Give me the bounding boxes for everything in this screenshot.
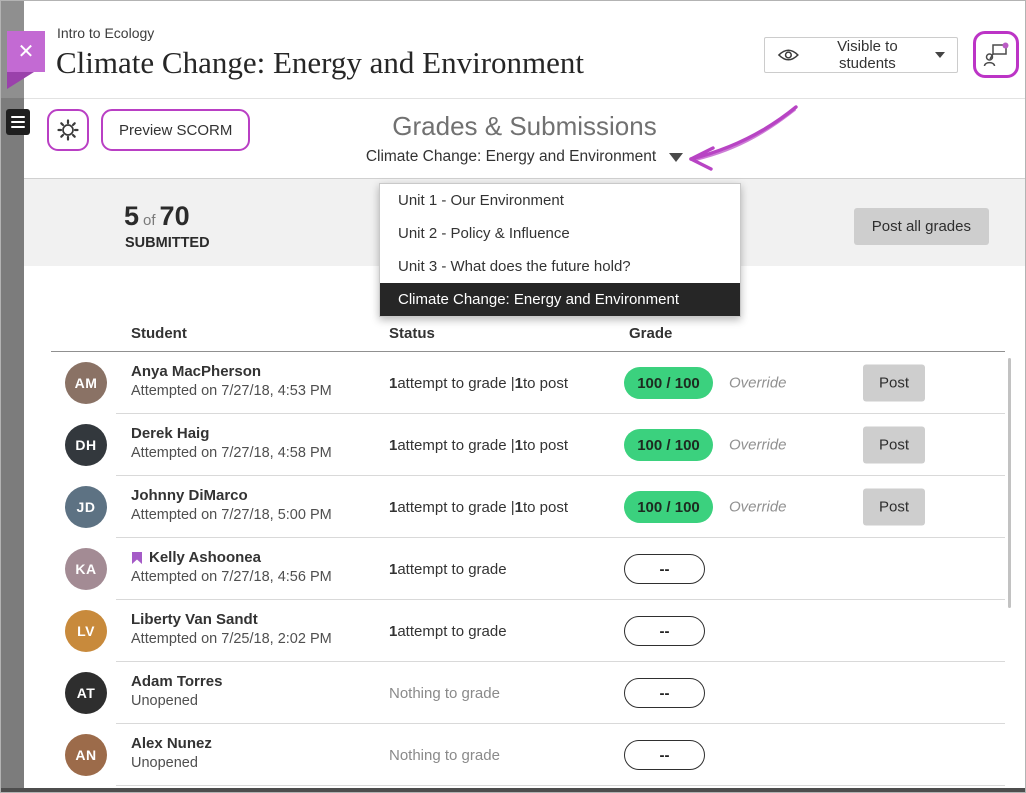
content-selector-dropdown[interactable]: Climate Change: Energy and Environment: [24, 148, 1025, 166]
student-name: Derek Haig: [131, 425, 332, 442]
column-header-student: Student: [131, 325, 187, 342]
student-name-text: Derek Haig: [131, 425, 209, 442]
grading-status: Nothing to grade: [389, 724, 500, 786]
student-row: AT Adam Torres Unopened Nothing to grade…: [24, 662, 1025, 724]
grade-pill[interactable]: 100 / 100: [624, 429, 713, 461]
override-label: Override: [729, 499, 787, 516]
column-header-status: Status: [389, 325, 435, 342]
column-header-grade: Grade: [629, 325, 672, 342]
attempt-detail: Attempted on 7/27/18, 4:58 PM: [131, 445, 332, 461]
attempt-detail: Unopened: [131, 693, 222, 709]
close-icon: ✕: [18, 39, 35, 64]
student-identity: Alex Nunez Unopened: [131, 735, 212, 771]
hamburger-menu-icon[interactable]: [6, 109, 30, 135]
submitted-value: 5: [124, 201, 139, 231]
student-name-text: Liberty Van Sandt: [131, 611, 258, 628]
content-dropdown-menu: Unit 1 - Our EnvironmentUnit 2 - Policy …: [379, 183, 741, 317]
app-window: ✕ Intro to Ecology Climate Change: Energ…: [0, 0, 1026, 793]
notification-dot: [1003, 42, 1009, 48]
close-button-ribbon-fold: [7, 72, 34, 89]
grade-pill[interactable]: --: [624, 740, 705, 770]
student-identity: Kelly Ashoonea Attempted on 7/27/18, 4:5…: [131, 549, 332, 585]
grade-pill[interactable]: --: [624, 554, 705, 584]
header-divider: [24, 98, 1025, 99]
student-avatar: DH: [65, 424, 107, 466]
student-name: Anya MacPherson: [131, 363, 332, 380]
chevron-down-icon: [935, 52, 945, 58]
student-name-text: Kelly Ashoonea: [149, 549, 261, 566]
override-label: Override: [729, 375, 787, 392]
student-avatar: JD: [65, 486, 107, 528]
attempt-detail: Unopened: [131, 755, 212, 771]
student-avatar: LV: [65, 610, 107, 652]
student-identity: Anya MacPherson Attempted on 7/27/18, 4:…: [131, 363, 332, 399]
course-breadcrumb: Intro to Ecology: [57, 25, 154, 41]
student-identity: Liberty Van Sandt Attempted on 7/25/18, …: [131, 611, 332, 647]
grading-status: 1 attempt to grade: [389, 538, 507, 600]
grading-status: 1 attempt to grade: [389, 600, 507, 662]
student-rows: AM Anya MacPherson Attempted on 7/27/18,…: [24, 352, 1025, 786]
student-identity: Derek Haig Attempted on 7/27/18, 4:58 PM: [131, 425, 332, 461]
student-name-text: Adam Torres: [131, 673, 222, 690]
student-row: KA Kelly Ashoonea Attempted on 7/27/18, …: [24, 538, 1025, 600]
eye-icon: [777, 47, 800, 63]
dropdown-item[interactable]: Unit 1 - Our Environment: [380, 184, 740, 217]
post-all-grades-button[interactable]: Post all grades: [854, 208, 989, 245]
visibility-label: Visible to students: [810, 38, 925, 72]
student-identity: Adam Torres Unopened: [131, 673, 222, 709]
student-name-text: Johnny DiMarco: [131, 487, 248, 504]
student-name: Alex Nunez: [131, 735, 212, 752]
attempt-detail: Attempted on 7/25/18, 2:02 PM: [131, 631, 332, 647]
grading-status: 1 attempt to grade | 1 to post: [389, 414, 568, 476]
post-button[interactable]: Post: [863, 489, 925, 526]
student-name-text: Alex Nunez: [131, 735, 212, 752]
student-avatar: AN: [65, 734, 107, 776]
grading-status: 1 attempt to grade | 1 to post: [389, 476, 568, 538]
student-identity: Johnny DiMarco Attempted on 7/27/18, 5:0…: [131, 487, 332, 523]
attempt-detail: Attempted on 7/27/18, 4:53 PM: [131, 383, 332, 399]
grade-pill[interactable]: --: [624, 678, 705, 708]
person-flag-icon: [982, 41, 1010, 69]
grading-status: 1 attempt to grade | 1 to post: [389, 352, 568, 414]
student-name-text: Anya MacPherson: [131, 363, 261, 380]
override-label: Override: [729, 437, 787, 454]
close-panel-button[interactable]: ✕: [7, 31, 45, 72]
student-row: JD Johnny DiMarco Attempted on 7/27/18, …: [24, 476, 1025, 538]
page-title: Climate Change: Energy and Environment: [56, 45, 584, 81]
scrollbar-thumb[interactable]: [1008, 358, 1011, 608]
student-row: LV Liberty Van Sandt Attempted on 7/25/1…: [24, 600, 1025, 662]
window-bottom-edge: [1, 788, 1025, 792]
student-row: AN Alex Nunez Unopened Nothing to grade …: [24, 724, 1025, 786]
post-button[interactable]: Post: [863, 365, 925, 402]
of-label: of: [139, 212, 160, 229]
submitted-count: 5of70: [124, 201, 190, 232]
grade-pill[interactable]: 100 / 100: [624, 367, 713, 399]
student-row: AM Anya MacPherson Attempted on 7/27/18,…: [24, 352, 1025, 414]
dropdown-item[interactable]: Unit 2 - Policy & Influence: [380, 217, 740, 250]
section-title: Grades & Submissions: [24, 111, 1025, 142]
grade-pill[interactable]: --: [624, 616, 705, 646]
content-selector-label: Climate Change: Energy and Environment: [366, 148, 656, 166]
grade-pill[interactable]: 100 / 100: [624, 491, 713, 523]
dropdown-item[interactable]: Unit 3 - What does the future hold?: [380, 250, 740, 283]
class-conversations-button[interactable]: [973, 31, 1019, 78]
visibility-dropdown-button[interactable]: Visible to students: [764, 37, 958, 73]
student-avatar: AM: [65, 362, 107, 404]
grading-status: Nothing to grade: [389, 662, 500, 724]
student-name: Liberty Van Sandt: [131, 611, 332, 628]
student-name: Adam Torres: [131, 673, 222, 690]
student-name: Kelly Ashoonea: [131, 549, 332, 566]
total-value: 70: [160, 201, 190, 231]
student-row: DH Derek Haig Attempted on 7/27/18, 4:58…: [24, 414, 1025, 476]
attempt-detail: Attempted on 7/27/18, 5:00 PM: [131, 507, 332, 523]
dropdown-item-selected[interactable]: Climate Change: Energy and Environment: [380, 283, 740, 316]
student-name: Johnny DiMarco: [131, 487, 332, 504]
post-button[interactable]: Post: [863, 427, 925, 464]
attempt-detail: Attempted on 7/27/18, 4:56 PM: [131, 569, 332, 585]
chevron-down-icon: [669, 153, 683, 162]
submitted-label: SUBMITTED: [125, 235, 210, 251]
student-avatar: AT: [65, 672, 107, 714]
student-avatar: KA: [65, 548, 107, 590]
accommodation-flag-icon: [131, 551, 143, 565]
